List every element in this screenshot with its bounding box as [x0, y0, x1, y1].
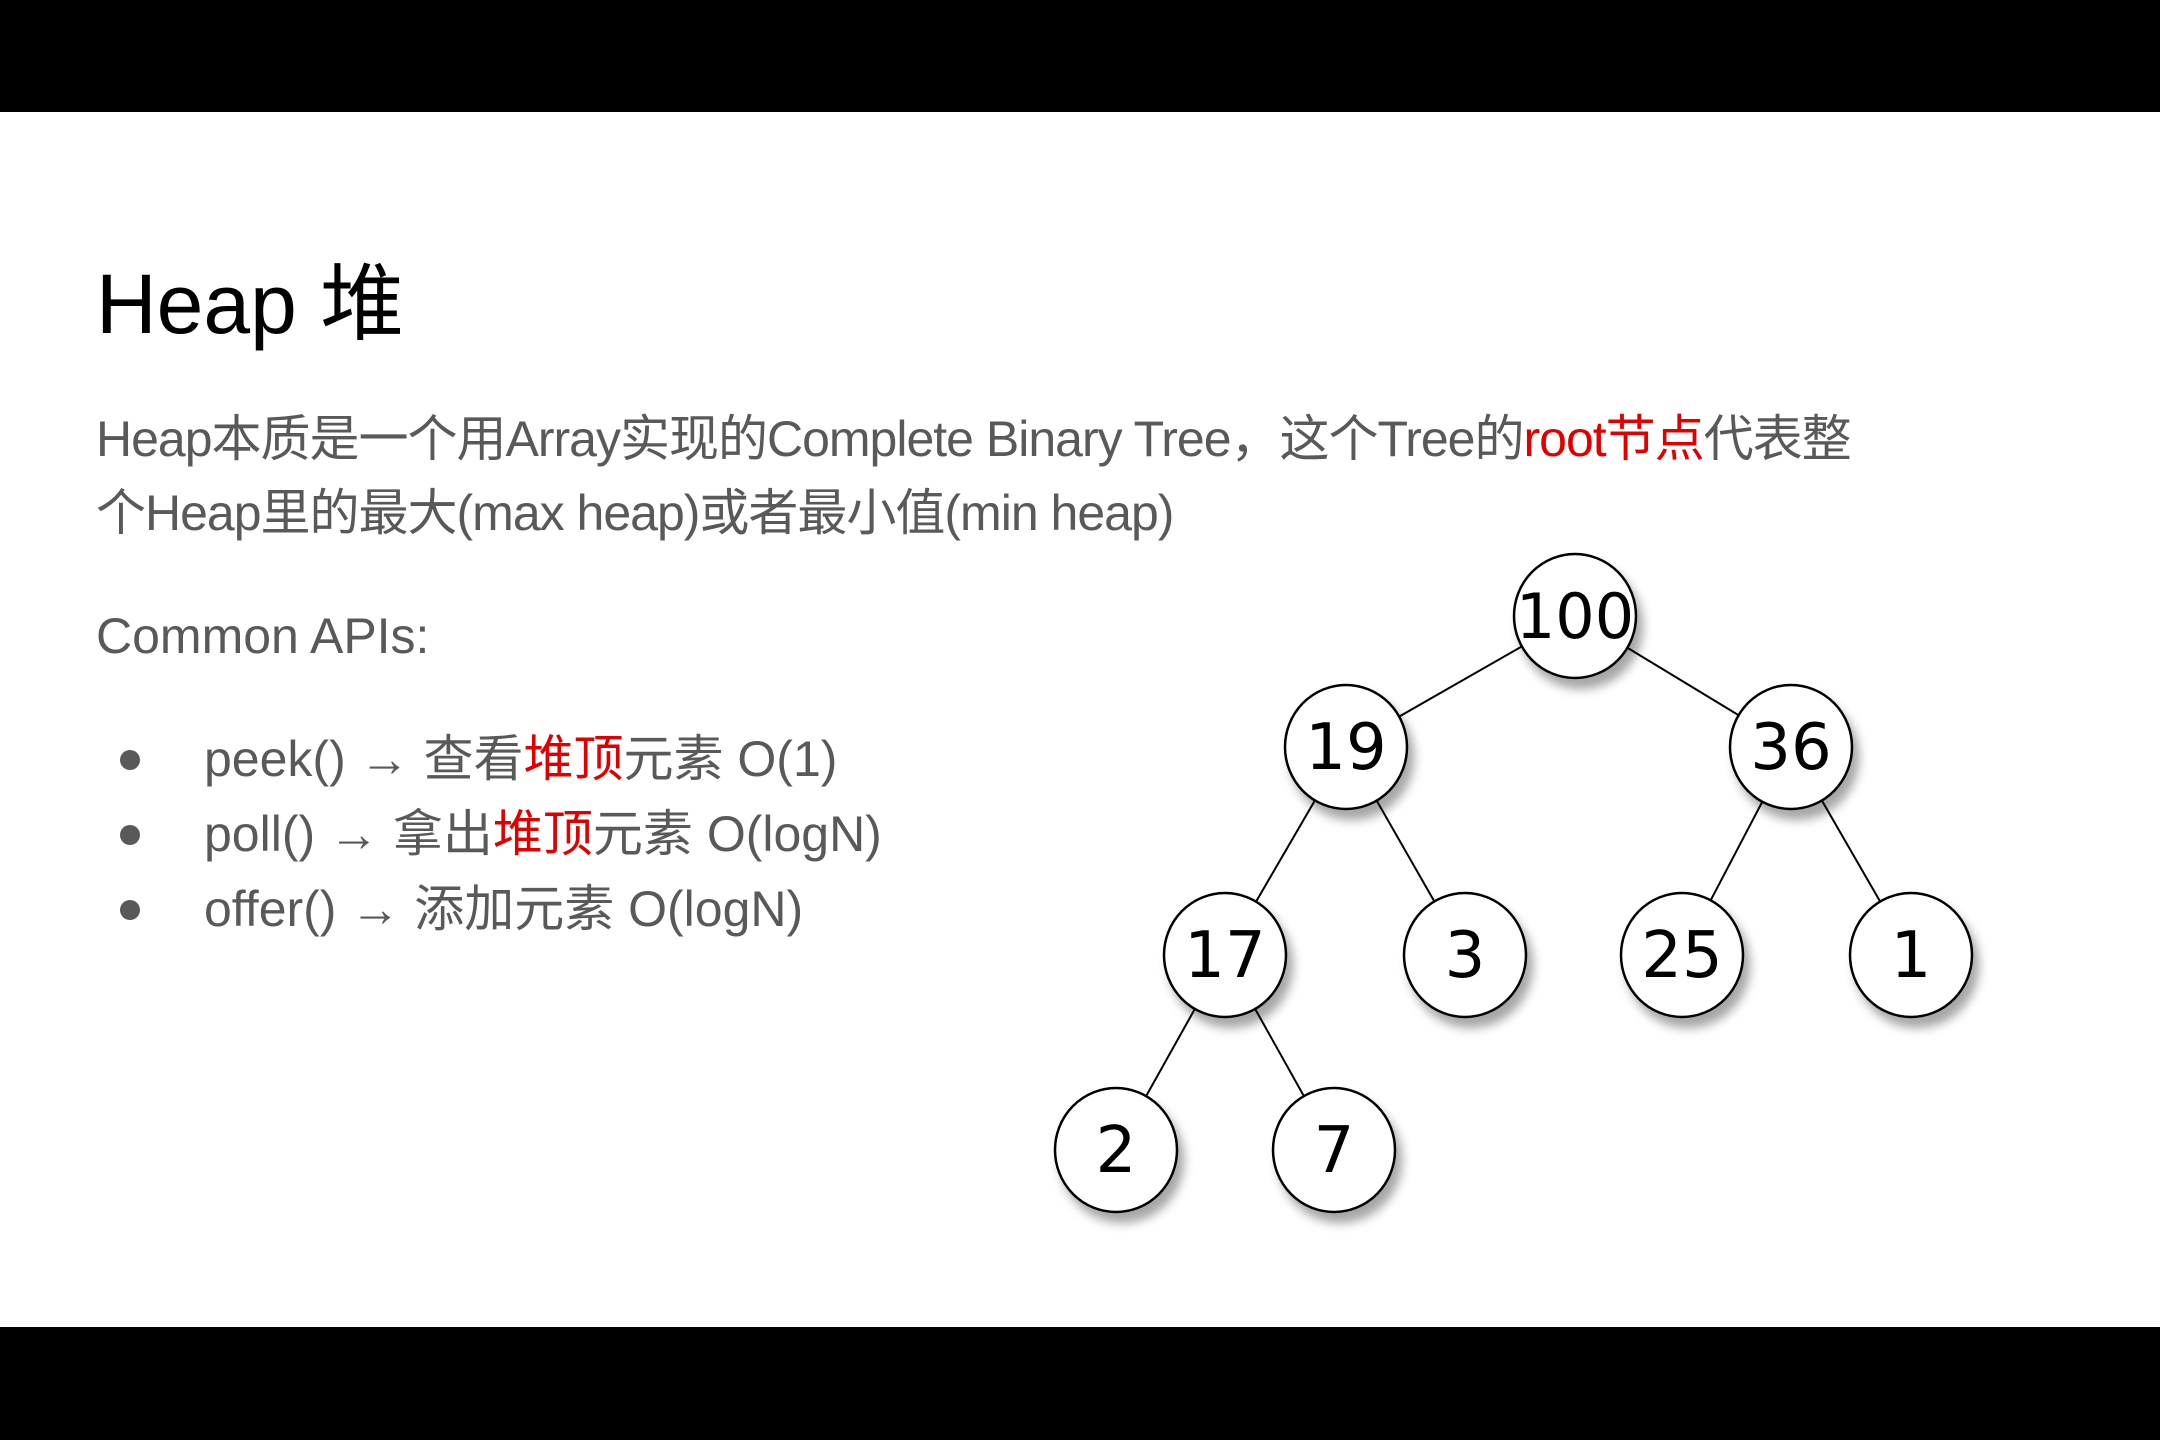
tree-node: 1	[1848, 891, 1974, 1019]
heap-tree-diagram: 100 19 36 17 3 25 1 2 7	[1053, 552, 1974, 1214]
node-label: 100	[1516, 580, 1634, 653]
tree-node: 3	[1402, 891, 1528, 1019]
tree-node: 2	[1053, 1086, 1179, 1214]
tree-node: 7	[1271, 1086, 1397, 1214]
node-label: 19	[1305, 711, 1386, 785]
node-label: 1	[1891, 919, 1932, 993]
tree-node: 17	[1162, 891, 1288, 1019]
node-label: 7	[1314, 1114, 1355, 1188]
tree-node: 100	[1512, 552, 1638, 680]
node-label: 17	[1184, 919, 1265, 993]
tree-node: 36	[1728, 683, 1854, 811]
tree-node: 19	[1283, 683, 1409, 811]
node-label: 25	[1641, 919, 1722, 993]
node-label: 3	[1445, 919, 1486, 993]
node-label: 2	[1096, 1114, 1137, 1188]
node-label: 36	[1750, 711, 1831, 785]
tree-node: 25	[1619, 891, 1745, 1019]
